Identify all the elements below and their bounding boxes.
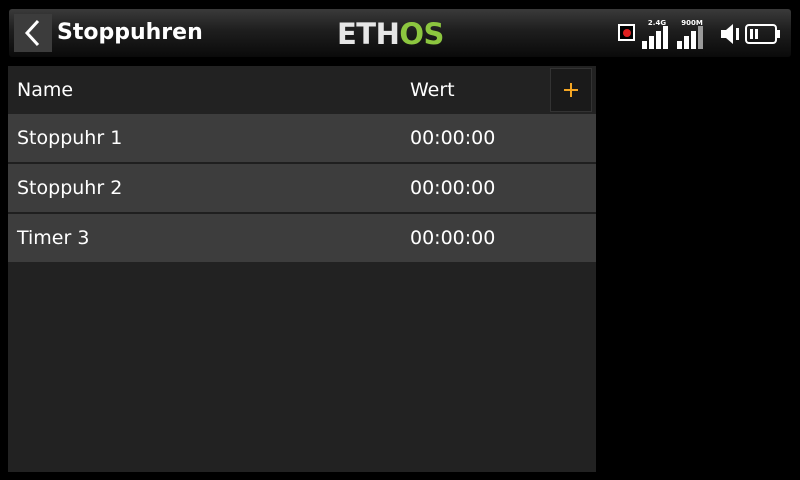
battery-icon bbox=[745, 24, 780, 44]
header-bar: Stoppuhren ETHOS 2.4G 900M bbox=[9, 9, 791, 57]
signal-24-indicator: 2.4G bbox=[642, 19, 672, 49]
ethos-logo: ETHOS bbox=[337, 17, 444, 51]
timer-value: 00:00:00 bbox=[410, 177, 496, 199]
speaker-icon bbox=[721, 24, 739, 44]
back-button[interactable] bbox=[14, 14, 52, 52]
timer-value: 00:00:00 bbox=[410, 227, 496, 249]
plus-icon bbox=[564, 83, 578, 97]
table-header: Name Wert bbox=[8, 66, 596, 114]
record-icon bbox=[618, 24, 635, 41]
column-header-value: Wert bbox=[410, 79, 455, 101]
table-row[interactable]: Stoppuhr 1 00:00:00 bbox=[8, 114, 596, 164]
status-area: 2.4G 900M bbox=[611, 9, 791, 57]
column-header-name: Name bbox=[17, 79, 74, 101]
chevron-left-icon bbox=[24, 19, 40, 47]
logo-part-2: OS bbox=[399, 17, 444, 51]
timer-name: Stoppuhr 2 bbox=[17, 177, 123, 199]
timer-value: 00:00:00 bbox=[410, 127, 496, 149]
timer-name: Timer 3 bbox=[17, 227, 90, 249]
stopwatch-table: Name Wert Stoppuhr 1 00:00:00 Stoppuhr 2… bbox=[8, 66, 596, 472]
page-title: Stoppuhren bbox=[57, 20, 203, 45]
table-rows: Stoppuhr 1 00:00:00 Stoppuhr 2 00:00:00 … bbox=[8, 114, 596, 262]
logo-part-1: ETH bbox=[337, 17, 400, 51]
add-timer-button[interactable] bbox=[550, 68, 592, 112]
table-row[interactable]: Stoppuhr 2 00:00:00 bbox=[8, 164, 596, 214]
signal-900-indicator: 900M bbox=[677, 19, 707, 49]
screen: Stoppuhren ETHOS 2.4G 900M Name Wert Sto… bbox=[0, 0, 800, 480]
table-row[interactable]: Timer 3 00:00:00 bbox=[8, 214, 596, 262]
timer-name: Stoppuhr 1 bbox=[17, 127, 123, 149]
